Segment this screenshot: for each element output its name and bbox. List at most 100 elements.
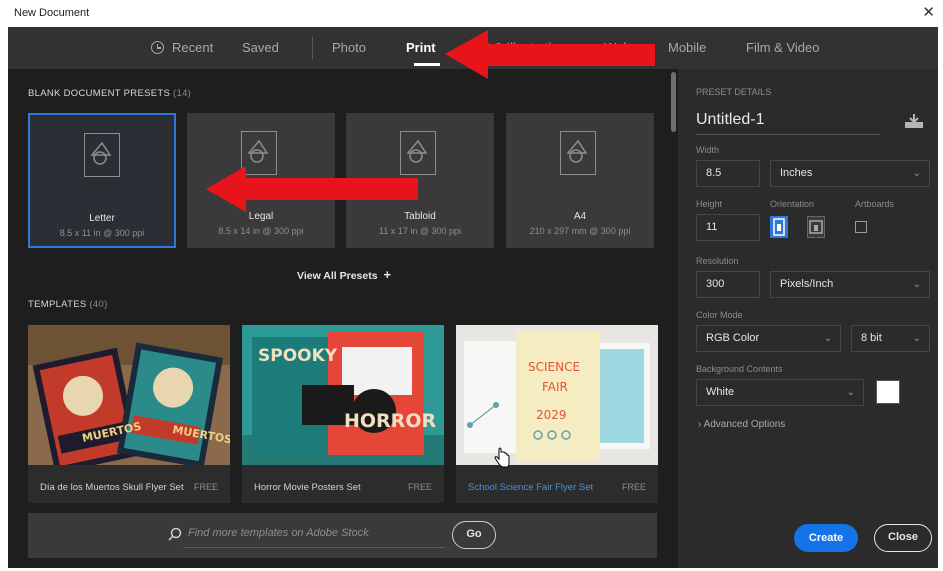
preset-size: 8.5 x 11 in @ 300 ppi <box>59 228 145 238</box>
background-contents-value: White <box>706 386 735 398</box>
resolution-unit-value: Pixels/Inch <box>780 278 834 290</box>
view-all-label: View All Presets <box>297 270 378 282</box>
artboards-label: Artboards <box>855 199 895 209</box>
window-close-icon[interactable]: ✕ <box>922 3 935 21</box>
preset-size: 11 x 17 in @ 300 ppi <box>378 226 462 236</box>
tab-photo[interactable]: Photo <box>332 40 366 55</box>
thumb-text-fair: FAIR <box>542 380 568 394</box>
preset-card-legal[interactable]: Legal 8.5 x 14 in @ 300 ppi <box>187 113 335 248</box>
search-icon <box>168 527 182 541</box>
background-contents-select[interactable]: White ⌄ <box>696 379 864 406</box>
tab-divider <box>312 37 313 59</box>
chevron-down-icon: ⌄ <box>823 333 832 344</box>
resolution-input[interactable]: 300 <box>696 271 760 298</box>
preset-size: 8.5 x 14 in @ 300 ppi <box>218 226 304 236</box>
go-button[interactable]: Go <box>452 521 496 549</box>
close-button[interactable]: Close <box>874 524 932 552</box>
tab-film-video[interactable]: Film & Video <box>746 40 819 55</box>
artboards-checkbox[interactable] <box>855 221 867 233</box>
advanced-options-label: Advanced Options <box>703 419 786 430</box>
tab-mobile[interactable]: Mobile <box>668 40 706 55</box>
thumb-text-year: 2029 <box>536 408 567 422</box>
chevron-right-icon: › <box>698 419 702 430</box>
preset-name: Letter <box>89 213 115 224</box>
preset-name: Tabloid <box>404 211 436 222</box>
resolution-label: Resolution <box>696 256 739 266</box>
tab-recent[interactable]: Recent <box>172 40 213 55</box>
stock-search-input[interactable]: Find more templates on Adobe Stock <box>188 527 369 539</box>
background-color-swatch[interactable] <box>876 380 900 404</box>
preset-size: 210 x 297 mm @ 300 ppi <box>529 226 631 236</box>
document-name-field[interactable]: Untitled-1 <box>696 111 764 129</box>
thumb-text-horror: HORROR <box>344 410 436 432</box>
document-name-underline <box>696 134 880 135</box>
presets-section-title: BLANK DOCUMENT PRESETS (14) <box>28 88 191 99</box>
landscape-orientation-button[interactable] <box>807 216 825 238</box>
template-card-science-fair[interactable]: SCIENCE FAIR 2029 School Science Fair Fl… <box>456 325 658 503</box>
search-underline <box>183 547 445 548</box>
color-mode-label: Color Mode <box>696 310 743 320</box>
view-all-presets-link[interactable]: View All Presets + <box>297 267 391 282</box>
scrollbar-thumb[interactable] <box>671 72 676 132</box>
background-contents-label: Background Contents <box>696 364 783 374</box>
chevron-down-icon: ⌄ <box>912 279 921 290</box>
preset-name: A4 <box>573 211 587 222</box>
width-input[interactable]: 8.5 <box>696 160 760 187</box>
category-tabs: Recent Saved Photo Print Art & Illustrat… <box>8 27 938 69</box>
portrait-icon <box>773 218 785 236</box>
preset-details-header: PRESET DETAILS <box>696 87 772 97</box>
portrait-orientation-button[interactable] <box>770 216 788 238</box>
template-card-muertos[interactable]: MUERTOS MUERTOS Día de los Muertos Skull… <box>28 325 230 503</box>
template-free-badge: FREE <box>621 482 646 492</box>
shapes-icon <box>566 139 588 163</box>
window-title: New Document <box>14 7 90 19</box>
bit-depth-select[interactable]: 8 bit ⌄ <box>851 325 930 352</box>
shapes-icon <box>406 139 428 163</box>
plus-icon: + <box>383 267 392 282</box>
advanced-options-toggle[interactable]: › Advanced Options <box>698 419 785 430</box>
tab-art-illustration[interactable]: Art & Illustration <box>474 40 566 55</box>
height-input[interactable]: 11 <box>696 214 760 241</box>
landscape-icon <box>809 220 823 234</box>
preset-card-a4[interactable]: A4 210 x 297 mm @ 300 ppi <box>506 113 654 248</box>
height-label: Height <box>696 199 723 209</box>
tab-web[interactable]: Web <box>604 40 631 55</box>
muertos-thumbnail-image: MUERTOS MUERTOS <box>28 325 230 465</box>
create-button[interactable]: Create <box>794 524 858 552</box>
width-unit-select[interactable]: Inches ⌄ <box>770 160 930 187</box>
document-icon <box>84 133 120 177</box>
width-label: Width <box>696 145 720 155</box>
document-icon <box>400 131 436 175</box>
preset-card-letter[interactable]: Letter 8.5 x 11 in @ 300 ppi <box>28 113 176 248</box>
template-name: Día de los Muertos Skull Flyer Set <box>40 482 184 493</box>
presets-count: (14) <box>173 88 192 99</box>
science-fair-thumbnail-image: SCIENCE FAIR 2029 <box>456 325 658 465</box>
preset-card-tabloid[interactable]: Tabloid 11 x 17 in @ 300 ppi <box>346 113 494 248</box>
templates-section-title: TEMPLATES (40) <box>28 299 108 310</box>
document-icon <box>241 131 277 175</box>
template-name: Horror Movie Posters Set <box>254 482 361 493</box>
document-icon <box>560 131 596 175</box>
bit-depth-value: 8 bit <box>861 332 882 344</box>
template-card-horror[interactable]: SPOOKY HORROR Horror Movie Posters Set F… <box>242 325 444 503</box>
presets-section-label: BLANK DOCUMENT PRESETS <box>28 88 171 99</box>
templates-section-label: TEMPLATES <box>28 299 87 310</box>
save-preset-icon[interactable] <box>904 113 924 129</box>
chevron-down-icon: ⌄ <box>912 333 921 344</box>
tab-print[interactable]: Print <box>406 40 436 55</box>
resolution-unit-select[interactable]: Pixels/Inch ⌄ <box>770 271 930 298</box>
window-titlebar: New Document ✕ <box>0 0 943 27</box>
template-free-badge: FREE <box>193 482 218 492</box>
tab-saved[interactable]: Saved <box>242 40 279 55</box>
preset-details-panel: PRESET DETAILS Untitled-1 Width 8.5 Inch… <box>678 69 938 568</box>
main-content: BLANK DOCUMENT PRESETS (14) Letter 8.5 x… <box>8 69 670 568</box>
stock-search-bar: Find more templates on Adobe Stock Go <box>28 513 657 558</box>
shapes-icon <box>90 141 112 165</box>
presets-scrollbar[interactable] <box>670 69 678 568</box>
thumb-text-science: SCIENCE <box>528 360 580 374</box>
color-mode-select[interactable]: RGB Color ⌄ <box>696 325 841 352</box>
orientation-label: Orientation <box>770 199 815 209</box>
preset-name: Legal <box>248 211 274 222</box>
template-thumbnail: SCIENCE FAIR 2029 <box>456 325 658 465</box>
clock-icon <box>151 41 164 54</box>
